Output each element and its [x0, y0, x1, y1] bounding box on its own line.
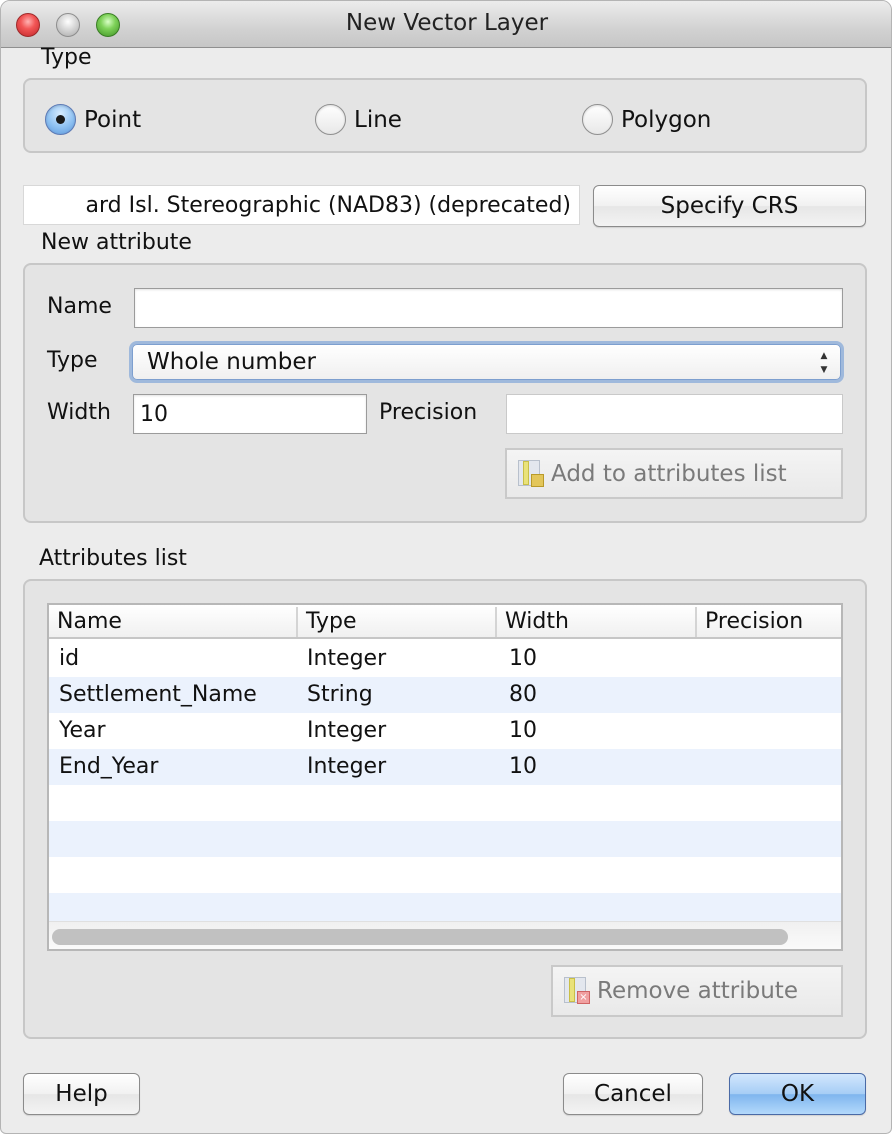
- type-group-label: Type: [41, 45, 92, 70]
- empty-row: [49, 821, 841, 857]
- cell-name: id: [59, 646, 80, 671]
- cell-type: String: [307, 682, 373, 707]
- attribute-width-input[interactable]: 10: [133, 394, 367, 434]
- add-to-attributes-list-label: Add to attributes list: [551, 460, 787, 487]
- new-vector-layer-dialog: New Vector Layer Type Point Line Polygon…: [0, 0, 892, 1134]
- precision-label: Precision: [379, 400, 478, 425]
- window-title: New Vector Layer: [345, 10, 549, 36]
- attribute-name-input[interactable]: [134, 288, 843, 328]
- radio-point[interactable]: Point: [45, 104, 141, 135]
- attribute-precision-input[interactable]: [506, 394, 843, 434]
- empty-row: [49, 785, 841, 821]
- cell-name: Year: [59, 718, 106, 743]
- radio-line-indicator[interactable]: [315, 104, 346, 135]
- table-row[interactable]: Settlement_Name String 80: [49, 677, 841, 713]
- remove-attribute-icon: ×: [563, 975, 591, 1007]
- add-attribute-icon: [517, 458, 545, 490]
- cell-name: Settlement_Name: [59, 682, 257, 707]
- radio-polygon-label: Polygon: [621, 106, 712, 133]
- column-header-precision[interactable]: Precision: [695, 607, 803, 637]
- crs-field[interactable]: ard Isl. Stereographic (NAD83) (deprecat…: [23, 185, 580, 225]
- attribute-type-value: Whole number: [147, 349, 317, 375]
- radio-line-label: Line: [354, 106, 402, 133]
- new-attribute-group-label: New attribute: [41, 230, 192, 255]
- cell-type: Integer: [307, 646, 387, 671]
- radio-polygon[interactable]: Polygon: [582, 104, 711, 135]
- table-row[interactable]: End_Year Integer 10: [49, 749, 841, 785]
- radio-point-indicator[interactable]: [45, 104, 76, 135]
- select-arrows-icon: ▲ ▼: [820, 351, 828, 375]
- radio-point-label: Point: [84, 106, 142, 133]
- table-header: Name Type Width Precision: [49, 605, 841, 639]
- type-group: Point Line Polygon: [23, 78, 867, 153]
- width-label: Width: [47, 400, 111, 425]
- cell-width: 10: [509, 718, 537, 743]
- empty-row: [49, 857, 841, 893]
- radio-polygon-indicator[interactable]: [582, 104, 613, 135]
- title-bar: New Vector Layer: [1, 1, 891, 48]
- scrollbar-thumb[interactable]: [52, 929, 788, 945]
- cell-type: Integer: [307, 754, 387, 779]
- help-button[interactable]: Help: [23, 1073, 140, 1115]
- horizontal-scrollbar[interactable]: [49, 921, 841, 949]
- cell-name: End_Year: [59, 754, 159, 779]
- remove-attribute-button[interactable]: × Remove attribute: [551, 965, 843, 1017]
- cell-width: 10: [509, 646, 537, 671]
- column-header-type[interactable]: Type: [296, 607, 357, 637]
- column-header-name[interactable]: Name: [49, 607, 122, 637]
- ok-button[interactable]: OK: [729, 1073, 866, 1115]
- type-label: Type: [47, 348, 98, 373]
- attributes-list-group-label: Attributes list: [39, 546, 187, 571]
- remove-attribute-label: Remove attribute: [597, 978, 798, 1004]
- table-row[interactable]: id Integer 10: [49, 641, 841, 677]
- radio-selected-dot: [56, 115, 65, 124]
- cell-type: Integer: [307, 718, 387, 743]
- specify-crs-button[interactable]: Specify CRS: [593, 185, 866, 227]
- cell-width: 10: [509, 754, 537, 779]
- name-label: Name: [47, 294, 112, 319]
- radio-line[interactable]: Line: [315, 104, 402, 135]
- add-to-attributes-list-button[interactable]: Add to attributes list: [505, 448, 843, 499]
- attribute-type-select[interactable]: Whole number ▲ ▼: [132, 344, 841, 380]
- cell-width: 80: [509, 682, 537, 707]
- attributes-table[interactable]: Name Type Width Precision id Integer 10 …: [47, 603, 843, 951]
- cancel-button[interactable]: Cancel: [563, 1073, 703, 1115]
- column-header-width[interactable]: Width: [495, 607, 569, 637]
- table-row[interactable]: Year Integer 10: [49, 713, 841, 749]
- table-body: id Integer 10 Settlement_Name String 80 …: [49, 641, 841, 929]
